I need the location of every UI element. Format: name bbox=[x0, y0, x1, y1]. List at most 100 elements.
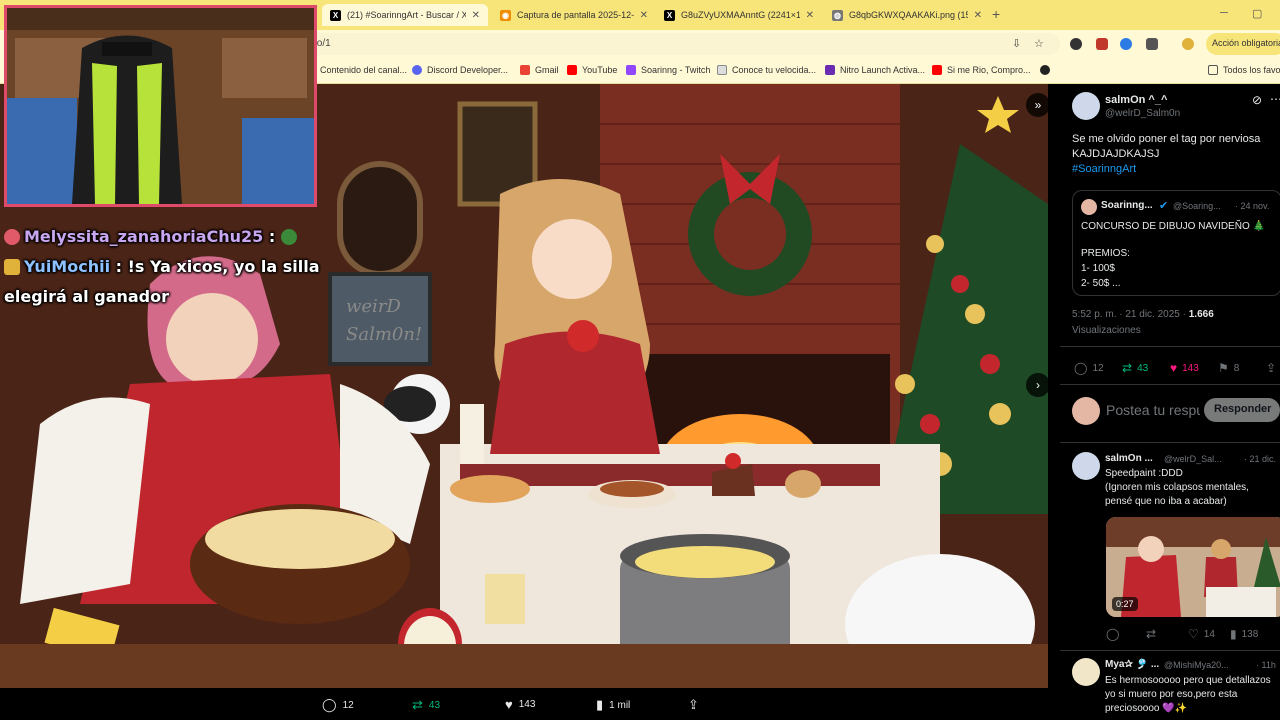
divider bbox=[1060, 442, 1280, 443]
reply-author-name[interactable]: salmOn ... bbox=[1105, 453, 1153, 464]
bookmark-item[interactable]: Nitro Launch Activa... bbox=[825, 65, 925, 75]
tab-image-g8qb[interactable]: ◍ G8qbGKWXQAAKAKi.png (1518... ✕ bbox=[824, 4, 990, 26]
webcam-feed bbox=[7, 8, 314, 204]
reply-action[interactable]: ◯ 12 bbox=[322, 697, 354, 713]
quote-text: CONCURSO DE DIBUJO NAVIDEÑO 🎄 PREMIOS: 1… bbox=[1081, 221, 1265, 289]
new-tab-button[interactable]: + bbox=[992, 6, 1000, 22]
expand-panel-button[interactable]: » bbox=[1026, 93, 1048, 117]
more-options-icon[interactable]: ⋯ bbox=[1270, 92, 1280, 106]
repost-action[interactable]: ⇄ 43 bbox=[412, 697, 440, 713]
quote-author-handle: @Soaring... bbox=[1173, 201, 1221, 211]
heart-icon: ♥ bbox=[505, 697, 513, 712]
next-image-button[interactable]: › bbox=[1026, 373, 1048, 397]
bookmarks-folder[interactable]: Todos los favo bbox=[1208, 65, 1280, 75]
chat-message: Melyssita_zanahoriaChu25 : bbox=[4, 222, 334, 252]
avatar bbox=[1072, 397, 1100, 425]
minimize-icon[interactable]: ─ bbox=[1220, 7, 1228, 19]
close-tab-icon[interactable]: ✕ bbox=[640, 10, 648, 21]
extension-blue-icon[interactable] bbox=[1120, 38, 1132, 50]
globe-icon bbox=[1040, 65, 1050, 75]
verified-badge-icon: ✔ bbox=[1159, 200, 1169, 212]
share-icon: ⇪ bbox=[688, 697, 699, 712]
puzzle-icon[interactable] bbox=[1146, 38, 1158, 50]
quote-author-name: Soarinng... bbox=[1101, 200, 1153, 211]
extension-icon[interactable] bbox=[1070, 38, 1082, 50]
close-tab-icon[interactable]: ✕ bbox=[974, 10, 982, 21]
bookmark-icon: ⚑ bbox=[1218, 361, 1229, 375]
heart-icon: ♥ bbox=[1170, 361, 1178, 375]
tab-soarinngart-search[interactable]: X (21) #SoarinngArt - Buscar / X ✕ bbox=[322, 4, 488, 26]
bookmark-star-icon[interactable]: ☆ bbox=[1034, 37, 1044, 50]
bookmark-item[interactable]: YouTube bbox=[567, 65, 617, 75]
bookmark-item[interactable]: Soarinng - Twitch bbox=[626, 65, 710, 75]
address-bar[interactable]: to/1 bbox=[300, 33, 1060, 55]
image-icon: ◉ bbox=[500, 9, 511, 21]
avatar[interactable] bbox=[1072, 92, 1100, 120]
avatar[interactable] bbox=[1072, 452, 1100, 480]
bookmark-item[interactable]: Conoce tu velocida... bbox=[717, 65, 816, 75]
like-stat[interactable]: ♥ 143 bbox=[1170, 361, 1199, 375]
user-badge-icon bbox=[4, 229, 20, 245]
reply-stat[interactable]: ◯ bbox=[1106, 627, 1124, 641]
artwork-signature-text: weirD bbox=[346, 296, 401, 317]
share-action[interactable]: ⇪ bbox=[688, 697, 705, 713]
reply-stat[interactable]: ◯ 12 bbox=[1074, 361, 1104, 375]
tweet-timestamp: 5:52 p. m. · 21 dic. 2025 · 1.666 bbox=[1072, 309, 1214, 320]
reply-button[interactable]: Responder bbox=[1204, 398, 1280, 422]
bookmark-stat[interactable]: ⚑ 8 bbox=[1218, 361, 1239, 375]
tab-image-g8uz[interactable]: X G8uZVyUXMAAnntG (2241×12... ✕ bbox=[656, 4, 822, 26]
video-duration: 0:27 bbox=[1112, 597, 1138, 611]
hashtag-link[interactable]: #SoarinngArt bbox=[1072, 162, 1280, 177]
repost-stat[interactable]: ⇄ 43 bbox=[1122, 361, 1148, 375]
chat-text: : bbox=[268, 227, 276, 246]
bar-chart-icon: ▮ bbox=[596, 697, 604, 712]
extension-red-icon[interactable] bbox=[1096, 38, 1108, 50]
like-action[interactable]: ♥ 143 bbox=[505, 697, 535, 712]
reply-icon: ◯ bbox=[1106, 627, 1120, 641]
close-tab-icon[interactable]: ✕ bbox=[472, 10, 480, 21]
video-thumbnail[interactable]: 0:27 bbox=[1106, 517, 1280, 617]
bookmark-item[interactable]: Si me Rio, Compro... bbox=[932, 65, 1031, 75]
reply-text: Speedpaint :DDD (Ignoren mis colapsos me… bbox=[1105, 468, 1249, 507]
webcam-overlay bbox=[4, 5, 317, 207]
views-action[interactable]: ▮ 1 mil bbox=[596, 697, 630, 713]
gmail-icon bbox=[520, 65, 530, 75]
reply-author-handle[interactable]: @MishiMya20... bbox=[1164, 660, 1229, 670]
bar-chart-icon: ▮ bbox=[1230, 627, 1237, 641]
tab-screenshot[interactable]: ◉ Captura de pantalla 2025-12-2... ✕ bbox=[492, 4, 656, 26]
chat-message: YuiMochii : !s Ya xicos, yo la silla ele… bbox=[4, 252, 334, 312]
emote-icon bbox=[280, 229, 297, 245]
bookmark-item[interactable]: Contenido del canal... bbox=[320, 65, 407, 75]
install-app-icon[interactable]: ⇩ bbox=[1012, 37, 1021, 50]
author-name[interactable]: salmOn ^_^ bbox=[1105, 94, 1167, 106]
share-stat[interactable]: ⇪ bbox=[1266, 361, 1280, 375]
avatar[interactable] bbox=[1072, 658, 1100, 686]
bookmark-item[interactable]: Discord Developer... bbox=[412, 65, 508, 75]
stream-chat-overlay: Melyssita_zanahoriaChu25 : YuiMochii : !… bbox=[4, 222, 334, 312]
reply-author-name[interactable]: Mya✰ 🎐 ... bbox=[1105, 659, 1159, 670]
bookmark-item[interactable] bbox=[1040, 65, 1055, 75]
repost-stat[interactable]: ⇄ bbox=[1146, 627, 1161, 641]
twitch-icon bbox=[626, 65, 636, 75]
bookmark-item[interactable]: Gmail bbox=[520, 65, 559, 75]
views-stat[interactable]: ▮ 138 bbox=[1230, 627, 1258, 641]
divider bbox=[1060, 650, 1280, 651]
close-tab-icon[interactable]: ✕ bbox=[806, 10, 814, 21]
reply-date: · 11h bbox=[1256, 660, 1276, 670]
divider bbox=[1060, 384, 1280, 385]
grok-icon[interactable]: ⊘ bbox=[1252, 93, 1262, 107]
speedtest-icon bbox=[717, 65, 727, 75]
reply-author-handle[interactable]: @welrD_Sal... bbox=[1164, 454, 1222, 464]
profile-avatar-icon[interactable] bbox=[1182, 38, 1194, 50]
reply-icon: ◯ bbox=[322, 697, 337, 712]
account-action-button[interactable]: Acción obligatoria bbox=[1206, 33, 1280, 55]
maximize-icon[interactable]: ▢ bbox=[1252, 7, 1262, 20]
quoted-tweet[interactable]: Soarinng... ✔ @Soaring... · 24 nov. CONC… bbox=[1072, 190, 1280, 296]
author-handle[interactable]: @welrD_Salm0n bbox=[1105, 108, 1180, 119]
reply-icon: ◯ bbox=[1074, 361, 1088, 375]
tweet-text: Se me olvido poner el tag por nerviosa K… bbox=[1072, 132, 1280, 177]
like-stat[interactable]: ♡ 14 bbox=[1188, 627, 1215, 641]
reply-input[interactable]: Postea tu respuesta bbox=[1106, 402, 1200, 424]
views-label: Visualizaciones bbox=[1072, 325, 1141, 336]
repost-icon: ⇄ bbox=[1122, 361, 1133, 375]
